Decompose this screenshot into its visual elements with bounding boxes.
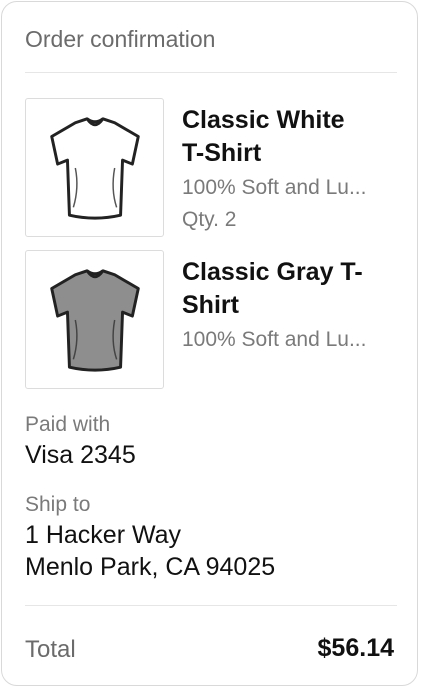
order-item-white-tshirt[interactable]: Classic White T-Shirt 100% Soft and Lu..… [25, 98, 397, 238]
item-name: Classic Gray T- Shirt [182, 258, 363, 319]
total-label: Total [25, 636, 76, 663]
header-divider [25, 72, 397, 73]
shipping-label: Ship to [25, 493, 91, 516]
total-divider [25, 605, 397, 606]
order-item-gray-tshirt[interactable]: Classic Gray T- Shirt 100% Soft and Lu..… [25, 250, 397, 390]
payment-method: Visa 2345 [25, 441, 136, 469]
gray-tshirt-image [25, 250, 164, 389]
shipping-address-line2: Menlo Park, CA 94025 [25, 553, 276, 581]
item-name: Classic White T-Shirt [182, 106, 345, 167]
payment-label: Paid with [25, 413, 111, 436]
order-confirmation-title: Order confirmation [25, 26, 216, 52]
tshirt-icon [49, 268, 140, 372]
item-quantity: Qty. 2 [182, 208, 237, 231]
white-tshirt-image [25, 98, 164, 237]
shipping-address-line1: 1 Hacker Way [25, 521, 182, 549]
total-amount: $56.14 [317, 634, 394, 662]
item-description: 100% Soft and Lu... [182, 328, 367, 351]
order-confirmation-card: Order confirmation Classic White T-Shirt… [1, 1, 418, 686]
tshirt-icon [49, 116, 140, 220]
item-description: 100% Soft and Lu... [182, 176, 367, 199]
